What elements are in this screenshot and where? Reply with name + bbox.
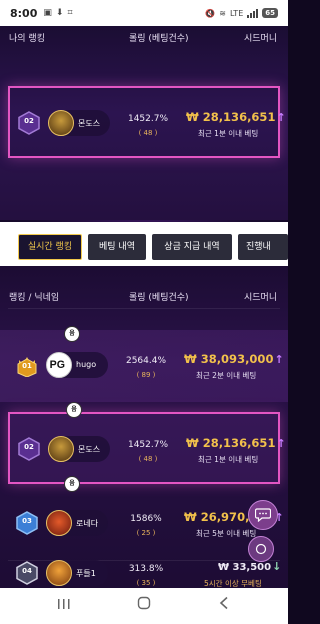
col-rolling-label: 롤링 (베팅건수)	[129, 293, 189, 303]
member-badge: 음	[66, 402, 82, 418]
rolling-percent: 1586%	[130, 514, 162, 524]
seed-amount: ₩ 38,093,000↑	[184, 352, 288, 366]
wifi-icon: ≋	[219, 8, 226, 18]
player-nickname: 푸들1	[76, 569, 96, 578]
avatar	[48, 436, 74, 462]
player-chip: 로네다	[46, 510, 108, 536]
rolling-percent: 1452.7%	[127, 440, 169, 450]
recent-apps-icon[interactable]	[52, 594, 76, 618]
header-divider	[8, 308, 280, 309]
screenshot-icon: ⌗	[67, 8, 73, 18]
rank-number: 01	[22, 362, 32, 370]
mute-icon: 🔇	[205, 8, 216, 18]
back-icon[interactable]	[212, 594, 236, 618]
avatar	[48, 110, 74, 136]
bet-count: ( 48 )	[138, 455, 158, 463]
player-nickname: hugo	[76, 360, 97, 369]
status-bar: 8:00 ▣ ⬇ ⌗ 🔇 ≋ LTE 65	[0, 0, 288, 26]
col-rolling-label: 롤링 (베팅건수)	[129, 34, 189, 44]
avatar: PG	[46, 352, 72, 378]
ranking-row-2[interactable]: 02 몬도스 음 1452.7% ( 48 ) ₩ 28,136,651↑ 최근…	[8, 402, 286, 484]
ranking-row-1[interactable]: 01 PG hugo 음 2564.4% ( 89 ) ₩ 38,093,000…	[0, 326, 288, 402]
live-ranking-list: 랭킹 / 닉네임 롤링 (베팅건수) 시드머니 01 PG hugo 음 256…	[0, 266, 288, 588]
last-bet-time: 5시간 이상 무베팅	[204, 579, 262, 588]
tab-prize-history[interactable]: 상금 지급 내역	[152, 234, 232, 260]
seed-amount: ₩ 28,136,651↑	[186, 110, 288, 124]
my-ranking-card: 나의 랭킹 롤링 (베팅건수) 시드머니 02 몬도스 1452.7% ( 48…	[0, 26, 288, 220]
status-notification-icons: ▣ ⬇ ⌗	[43, 8, 72, 18]
seed-amount-value: ₩ 38,093,000	[184, 352, 274, 366]
player-nickname: 로네다	[76, 519, 99, 528]
member-badge: 음	[64, 476, 80, 492]
trend-up-icon: ↑	[276, 437, 286, 450]
trend-up-icon: ↑	[276, 111, 286, 124]
scroll-top-button[interactable]	[248, 536, 274, 562]
rolling-percent: 313.8%	[128, 564, 164, 574]
seed-amount-value: ₩ 33,500	[218, 562, 272, 573]
tab-bet-history[interactable]: 베팅 내역	[88, 234, 146, 260]
seed-amount-value: ₩ 28,136,651	[186, 436, 276, 450]
col-seed-label: 시드머니	[244, 293, 278, 303]
last-bet-time: 최근 2분 이내 베팅	[196, 371, 257, 380]
home-icon[interactable]	[132, 594, 156, 618]
bet-count: ( 25 )	[136, 529, 156, 537]
player-chip: 몬도스	[48, 436, 110, 462]
rank-number: 02	[24, 117, 34, 125]
ranking-row-4[interactable]: 04 푸들1 313.8% ( 35 ) ₩ 33,500↓ 5시간 이상 무베…	[0, 538, 288, 588]
player-chip: PG hugo	[46, 352, 108, 378]
signal-icon	[247, 8, 259, 18]
rank-number: 03	[22, 517, 32, 525]
avatar	[46, 560, 72, 586]
avatar	[46, 510, 72, 536]
col-seed-label: 시드머니	[244, 34, 278, 44]
rank-number: 02	[24, 443, 34, 451]
player-nickname: 몬도스	[78, 119, 101, 128]
svg-text:PG: PG	[50, 359, 65, 371]
app-content: 나의 랭킹 롤링 (베팅건수) 시드머니 02 몬도스 1452.7% ( 48…	[0, 26, 288, 588]
my-ranking-row[interactable]: 02 몬도스 1452.7% ( 48 ) ₩ 28,136,651↑ 최근 1…	[8, 86, 286, 158]
my-ranking-header: 나의 랭킹 롤링 (베팅건수) 시드머니	[0, 29, 288, 45]
chat-bubble-icon	[255, 508, 271, 522]
seed-amount: ₩ 33,500↓	[218, 560, 288, 573]
seed-amount: ₩ 28,136,651↑	[186, 436, 288, 450]
last-bet-time: 최근 1분 이내 베팅	[198, 129, 259, 138]
player-chip: 푸들1	[46, 560, 108, 586]
live-ranking-header: 랭킹 / 닉네임 롤링 (베팅건수) 시드머니	[0, 288, 288, 304]
player-nickname: 몬도스	[78, 445, 101, 454]
status-right: 🔇 ≋ LTE 65	[205, 8, 278, 18]
rank-number: 04	[22, 567, 32, 575]
col-rank-label: 나의 랭킹	[9, 34, 45, 44]
gallery-icon: ▣	[43, 8, 52, 18]
bet-count: ( 35 )	[136, 579, 156, 587]
tab-live-ranking[interactable]: 실시간 랭킹	[18, 234, 82, 260]
battery-icon: 65	[262, 8, 278, 18]
rolling-percent: 1452.7%	[127, 114, 169, 124]
lte-icon: LTE	[229, 8, 244, 18]
trend-down-icon: ↓	[272, 560, 282, 573]
player-chip: 몬도스	[48, 110, 110, 136]
tab-in-progress[interactable]: 진행내	[238, 234, 288, 260]
last-bet-time: 최근 1분 이내 베팅	[198, 455, 259, 464]
rolling-percent: 2564.4%	[125, 356, 167, 366]
bet-count: ( 48 )	[138, 129, 158, 137]
home-circle-icon	[255, 543, 267, 555]
status-time: 8:00	[10, 6, 38, 20]
col-rank-nick-label: 랭킹 / 닉네임	[9, 293, 60, 303]
system-nav-bar	[0, 588, 288, 624]
member-badge: 음	[64, 326, 80, 342]
bet-count: ( 89 )	[136, 371, 156, 379]
chat-button[interactable]	[248, 500, 278, 530]
seed-amount-value: ₩ 28,136,651	[186, 110, 276, 124]
trend-up-icon: ↑	[274, 353, 284, 366]
download-icon: ⬇	[55, 8, 64, 18]
